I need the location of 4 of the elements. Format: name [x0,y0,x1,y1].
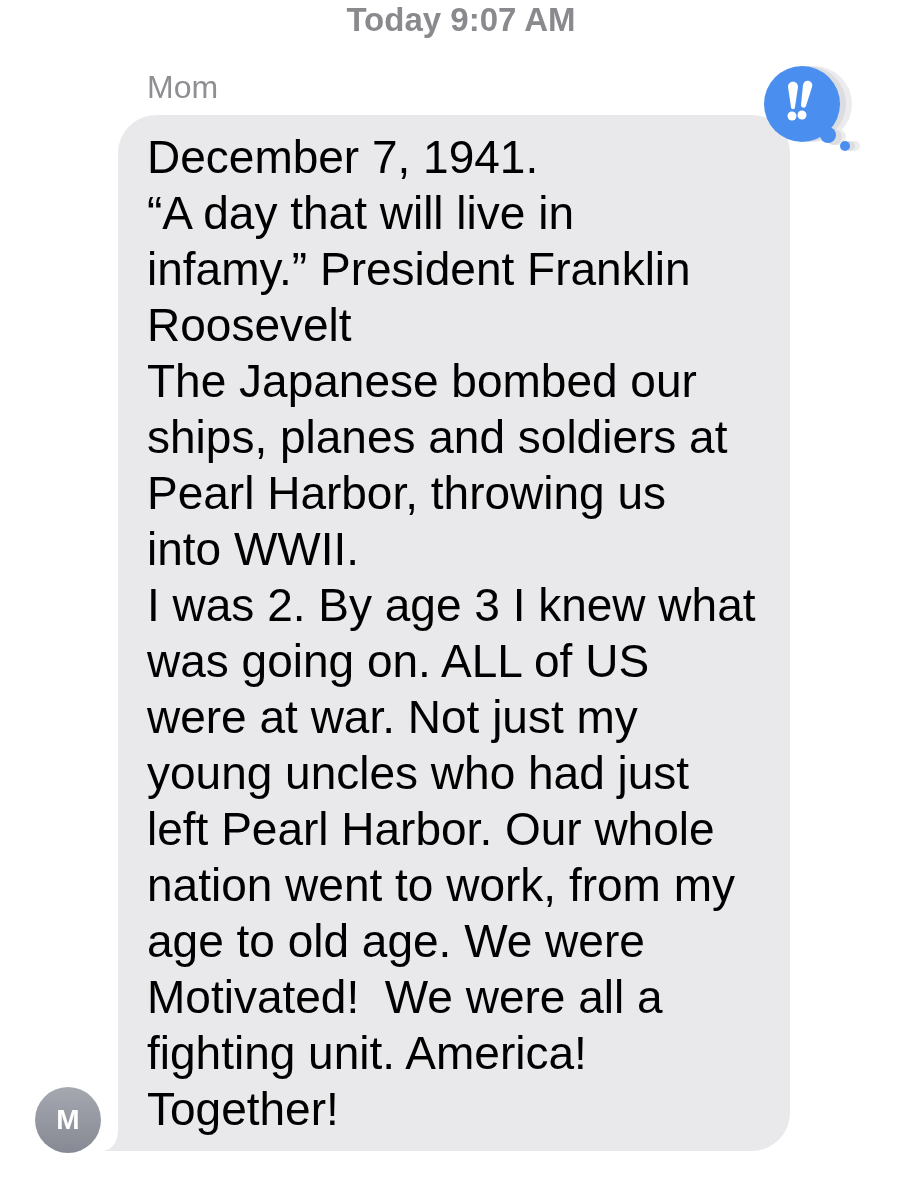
message-text: December 7, 1941. “A day that will live in infamy.” President Franklin Roosevelt The Japanese bombed our ships, planes and soldiers at Pearl Harbor, throwing us into WWII. I was 2. By age 3 I knew what was going on. ALL of US were at war. Not just my young uncles who had just left Pearl Harbor. Our whole nation went to work, from my age to old age. We were Motivated! We were all a fighting unit. America! Together! [147,130,757,1137]
sender-name: Mom [147,68,219,107]
message-timestamp: Today 9:07 AM [346,0,576,40]
contact-avatar: M [35,1087,101,1153]
